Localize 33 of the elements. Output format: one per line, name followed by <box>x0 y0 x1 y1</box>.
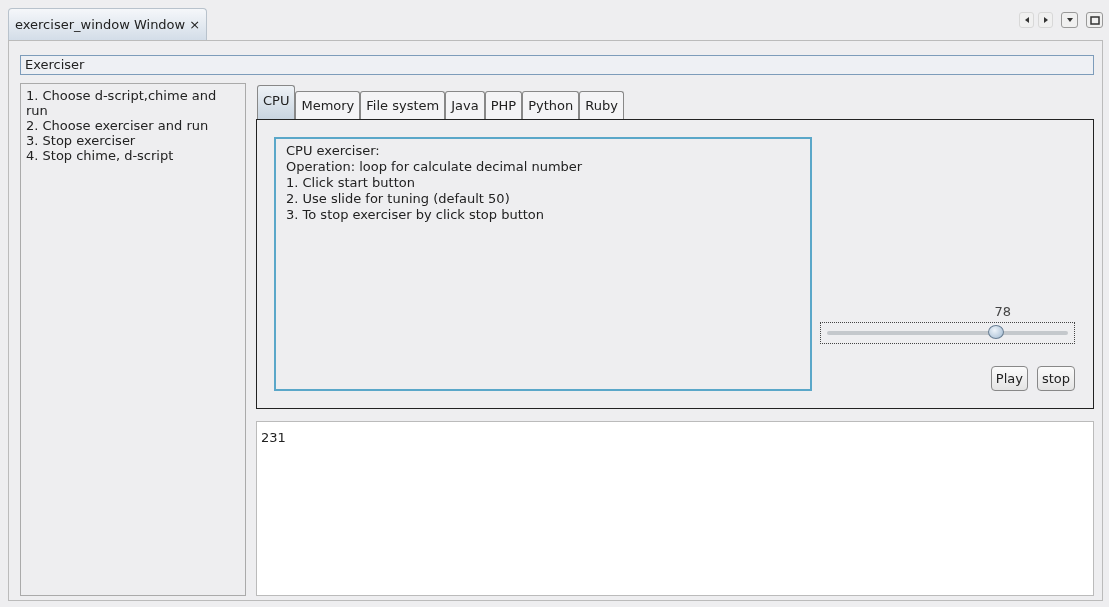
play-button[interactable]: Play <box>990 366 1028 391</box>
tab[interactable]: Python <box>522 91 580 119</box>
description-line: 3. To stop exerciser by click stop button <box>286 207 546 223</box>
description-line: 1. Click start button <box>286 175 416 191</box>
instruction-text: 2. Choose exerciser and run <box>26 118 210 133</box>
down-arrow-icon <box>1065 16 1074 24</box>
slider-thumb[interactable] <box>987 325 1004 339</box>
stop-button[interactable]: stop <box>1036 366 1075 391</box>
menu-button[interactable] <box>1061 12 1078 28</box>
output-area[interactable]: 231 <box>256 421 1094 596</box>
description-line: 2. Use slide for tuning (default 50) <box>286 191 511 207</box>
tab[interactable]: Ruby <box>579 91 624 119</box>
slider[interactable] <box>820 322 1075 344</box>
scroll-left-button[interactable] <box>1019 12 1034 28</box>
tab[interactable]: Java <box>445 91 485 119</box>
close-button[interactable]: × <box>189 17 201 32</box>
window-tab[interactable]: exerciser_window Window × <box>8 8 208 40</box>
title-field[interactable]: Exerciser <box>20 55 1094 75</box>
maximize-icon <box>1089 15 1100 25</box>
instruction-text: 3. Stop exerciser <box>26 133 137 148</box>
right-arrow-icon <box>1041 16 1050 24</box>
tab[interactable]: File system <box>360 91 446 119</box>
slider-value: 78 <box>994 304 1012 319</box>
tab[interactable]: PHP <box>484 91 523 119</box>
description-line: Operation: loop for calculate decimal number <box>286 159 584 175</box>
scroll-right-button[interactable] <box>1038 12 1053 28</box>
tab[interactable]: CPU <box>257 85 296 119</box>
tab[interactable]: Memory <box>295 91 361 119</box>
maximize-button[interactable] <box>1086 12 1103 28</box>
description-line: CPU exerciser: <box>286 143 381 159</box>
window-tab-title: exerciser_window Window <box>15 17 186 32</box>
instruction-text: 1. Choose d-script,chime and run <box>26 88 218 118</box>
instruction-text: 4. Stop chime, d-script <box>26 148 175 163</box>
